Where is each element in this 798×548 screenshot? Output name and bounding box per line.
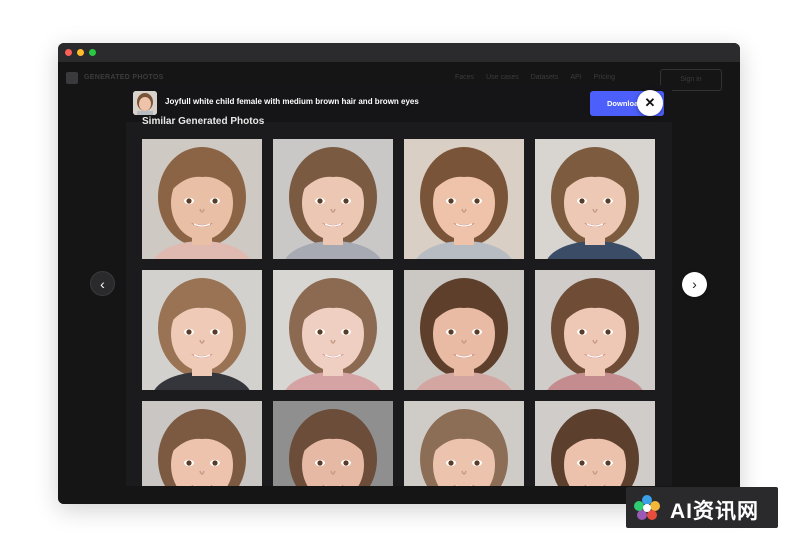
- nav-link-api: API: [570, 74, 582, 81]
- selected-photo-thumbnail: [133, 91, 157, 115]
- photo-item[interactable]: [535, 139, 655, 259]
- similar-photos-grid: [142, 139, 655, 486]
- nav-link-use-cases: Use cases: [486, 74, 519, 81]
- photo-item[interactable]: [404, 401, 524, 486]
- chevron-left-icon[interactable]: ‹: [90, 271, 115, 296]
- photo-modal: Joyfull white child female with medium b…: [126, 85, 672, 486]
- watermark: AI资讯网: [626, 487, 778, 528]
- close-icon[interactable]: ✕: [637, 90, 663, 116]
- window-titlebar: [58, 43, 740, 62]
- section-title: Similar Generated Photos: [142, 116, 265, 127]
- minimize-window-button[interactable]: [77, 49, 84, 56]
- photo-item[interactable]: [404, 270, 524, 390]
- background-nav-links: Faces Use cases Datasets API Pricing: [455, 74, 615, 81]
- photo-item[interactable]: [535, 401, 655, 486]
- photo-item[interactable]: [142, 139, 262, 259]
- photo-item[interactable]: [273, 401, 393, 486]
- photo-item[interactable]: [142, 401, 262, 486]
- chevron-right-icon[interactable]: ›: [682, 272, 707, 297]
- photo-item[interactable]: [142, 270, 262, 390]
- photo-item[interactable]: [273, 139, 393, 259]
- photo-item[interactable]: [273, 270, 393, 390]
- modal-title: Joyfull white child female with medium b…: [165, 97, 419, 106]
- watermark-text: AI资讯网: [670, 500, 759, 523]
- maximize-window-button[interactable]: [89, 49, 96, 56]
- brand-logo-icon: [66, 72, 78, 84]
- nav-link-faces: Faces: [455, 74, 475, 81]
- photo-item[interactable]: [404, 139, 524, 259]
- brand-name: GENERATED PHOTOS: [84, 74, 164, 81]
- nav-link-pricing: Pricing: [593, 74, 616, 81]
- close-window-button[interactable]: [65, 49, 72, 56]
- flower-logo-icon: [634, 495, 660, 520]
- photo-item[interactable]: [535, 270, 655, 390]
- nav-link-datasets: Datasets: [530, 74, 559, 81]
